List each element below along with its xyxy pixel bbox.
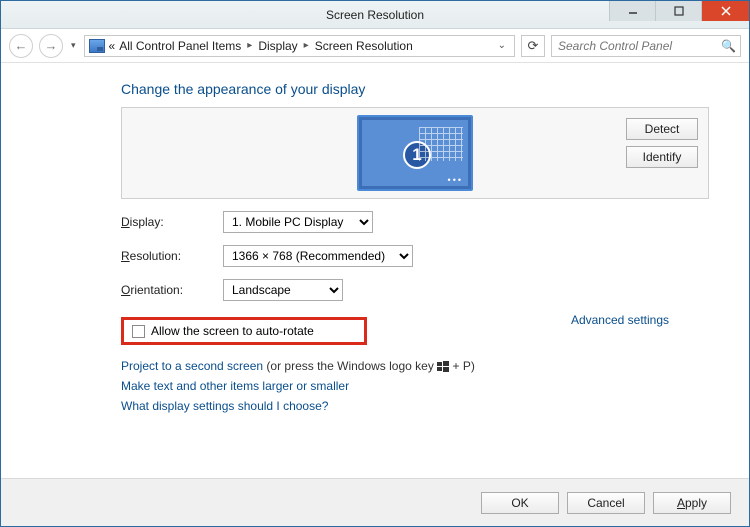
auto-rotate-highlight: AAllow the screen to auto-rotatellow the… <box>121 317 367 345</box>
windows-logo-icon <box>437 361 449 373</box>
project-hint-text: (or press the Windows logo key <box>266 359 437 373</box>
breadcrumb-prefix: « <box>109 39 116 53</box>
display-label: DDisplay:isplay: <box>121 215 211 229</box>
text-size-link[interactable]: Make text and other items larger or smal… <box>121 379 349 393</box>
search-box[interactable]: 🔍 <box>551 35 741 57</box>
display-preview: 1 ••• Detect Identify <box>121 107 709 199</box>
advanced-settings-link[interactable]: Advanced settings <box>571 313 669 327</box>
refresh-icon: ⟳ <box>528 38 539 54</box>
back-button[interactable]: ← <box>9 34 33 58</box>
window: Screen Resolution ← → ▾ « All Control Pa… <box>0 0 750 527</box>
breadcrumb-item[interactable]: Screen Resolution <box>315 39 413 53</box>
window-controls <box>609 1 749 21</box>
monitor-thumbnail[interactable]: 1 ••• <box>357 115 473 191</box>
project-hint-text2: + P) <box>453 359 475 373</box>
minimize-button[interactable] <box>609 1 655 21</box>
display-select[interactable]: 1. Mobile PC Display <box>223 211 373 233</box>
address-bar[interactable]: « All Control Panel Items ▸ Display ▸ Sc… <box>84 35 515 57</box>
maximize-icon <box>674 6 684 16</box>
back-icon: ← <box>15 38 28 53</box>
ok-button[interactable]: OK <box>481 492 559 514</box>
breadcrumb-item[interactable]: All Control Panel Items <box>119 39 241 53</box>
address-dropdown[interactable]: ⌄ <box>494 40 510 51</box>
monitor-number: 1 <box>403 141 431 169</box>
orientation-select[interactable]: Landscape <box>223 279 343 301</box>
apply-button[interactable]: AApplypply <box>653 492 731 514</box>
search-input[interactable] <box>556 38 717 54</box>
auto-rotate-label: AAllow the screen to auto-rotatellow the… <box>151 324 314 338</box>
which-settings-link[interactable]: What display settings should I choose? <box>121 399 328 413</box>
forward-icon: → <box>45 38 58 53</box>
orientation-label: Orientation: <box>121 283 211 297</box>
footer: OK Cancel AApplypply <box>1 478 749 526</box>
nav-row: ← → ▾ « All Control Panel Items ▸ Displa… <box>1 29 749 63</box>
close-icon <box>721 6 731 16</box>
breadcrumb: « All Control Panel Items ▸ Display ▸ Sc… <box>109 39 490 53</box>
chevron-right-icon[interactable]: ▸ <box>302 40 311 51</box>
auto-rotate-checkbox[interactable] <box>132 325 145 338</box>
titlebar: Screen Resolution <box>1 1 749 29</box>
breadcrumb-item[interactable]: Display <box>258 39 297 53</box>
resolution-select[interactable]: 1366 × 768 (Recommended) <box>223 245 413 267</box>
project-screen-link[interactable]: Project to a second screen <box>121 359 263 373</box>
close-button[interactable] <box>701 1 749 21</box>
maximize-button[interactable] <box>655 1 701 21</box>
refresh-button[interactable]: ⟳ <box>521 35 545 57</box>
cancel-button[interactable]: Cancel <box>567 492 645 514</box>
window-title: Screen Resolution <box>326 8 424 22</box>
history-dropdown[interactable]: ▾ <box>69 40 78 51</box>
minimize-icon <box>628 6 638 16</box>
content-area: Change the appearance of your display 1 … <box>1 63 749 478</box>
page-heading: Change the appearance of your display <box>121 81 709 97</box>
chevron-right-icon[interactable]: ▸ <box>245 40 254 51</box>
resolution-label: Resolution: <box>121 249 211 263</box>
forward-button[interactable]: → <box>39 34 63 58</box>
search-icon[interactable]: 🔍 <box>721 39 736 53</box>
detect-button[interactable]: Detect <box>626 118 698 140</box>
monitor-dots-icon: ••• <box>448 175 463 185</box>
identify-button[interactable]: Identify <box>626 146 698 168</box>
display-icon <box>89 39 105 53</box>
